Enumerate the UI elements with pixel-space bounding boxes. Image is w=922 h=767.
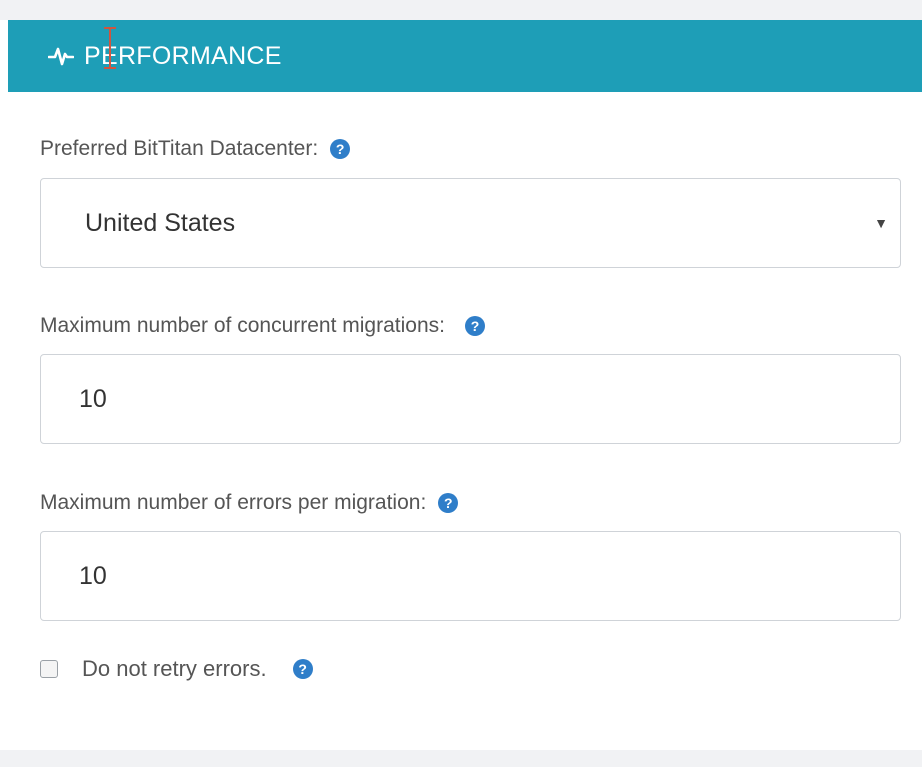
top-strip [0, 0, 922, 20]
datacenter-select[interactable]: United States ▼ [40, 178, 901, 268]
errors-per-migration-input[interactable]: 10 [40, 531, 901, 621]
pulse-icon [48, 45, 74, 67]
concurrent-help-icon[interactable]: ? [464, 316, 485, 336]
concurrent-migrations-value: 10 [79, 384, 107, 413]
errors-label-row: Maximum number of errors per migration: … [40, 491, 459, 515]
datacenter-label-row: Preferred BitTitan Datacenter: ? [40, 137, 351, 161]
caret-down-icon: ▼ [874, 215, 888, 231]
no-retry-label[interactable]: Do not retry errors. [82, 656, 267, 682]
text-cursor-icon [104, 27, 116, 69]
no-retry-row: Do not retry errors. ? [40, 656, 313, 682]
concurrent-migrations-input[interactable]: 10 [40, 354, 901, 444]
bottom-strip [0, 750, 922, 767]
errors-help-icon[interactable]: ? [438, 493, 459, 513]
datacenter-help-icon[interactable]: ? [330, 139, 351, 159]
panel-header: PERFORMANCE [8, 20, 922, 92]
concurrent-label: Maximum number of concurrent migrations: [40, 314, 445, 337]
datacenter-selected-value: United States [85, 208, 236, 237]
performance-panel: PERFORMANCE Preferred BitTitan Datacente… [0, 0, 922, 767]
datacenter-label: Preferred BitTitan Datacenter: [40, 137, 319, 160]
no-retry-help-icon[interactable]: ? [292, 659, 313, 679]
errors-label: Maximum number of errors per migration: [40, 491, 427, 514]
concurrent-label-row: Maximum number of concurrent migrations:… [40, 314, 485, 338]
errors-per-migration-value: 10 [79, 561, 107, 590]
no-retry-checkbox[interactable] [40, 660, 58, 678]
